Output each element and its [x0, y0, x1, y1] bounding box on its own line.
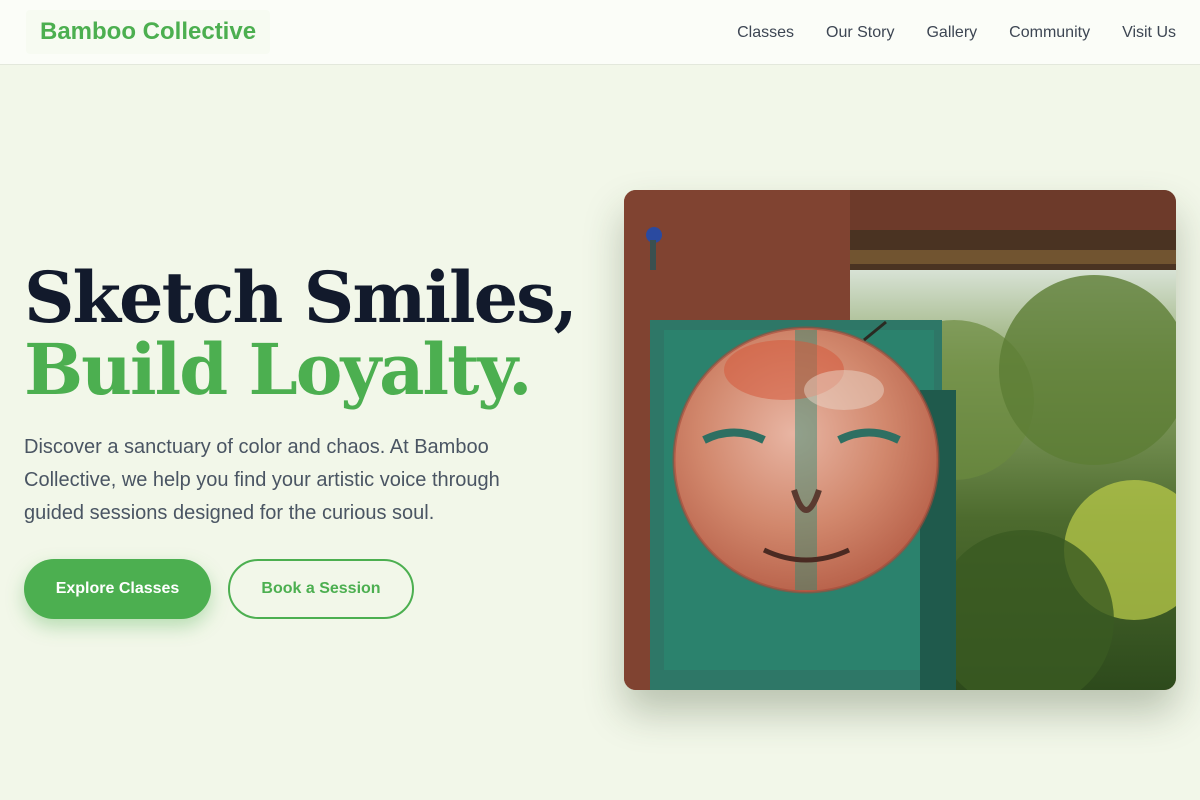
- painted-face-artwork-photo: [624, 190, 1176, 690]
- hero-description: Discover a sanctuary of color and chaos.…: [24, 436, 500, 524]
- hero-copy: Sketch Smiles, Build Loyalty. Discover a…: [24, 262, 584, 530]
- nav-link-community[interactable]: Community: [1009, 24, 1090, 42]
- nav-link-visit-us[interactable]: Visit Us: [1122, 24, 1176, 42]
- book-session-button[interactable]: Book a Session: [228, 559, 414, 619]
- nav-link-classes[interactable]: Classes: [737, 24, 794, 42]
- hero-actions: Explore Classes Book a Session: [24, 559, 414, 619]
- nav-link-gallery[interactable]: Gallery: [926, 24, 977, 42]
- hero-artwork-image: [624, 190, 1176, 690]
- brand-logo[interactable]: Bamboo Collective: [26, 10, 271, 54]
- headline-line-1: Sketch Smiles,: [24, 256, 578, 339]
- nav-link-our-story[interactable]: Our Story: [826, 24, 894, 42]
- explore-classes-button[interactable]: Explore Classes: [24, 559, 211, 619]
- headline-line-2: Build Loyalty.: [24, 328, 532, 411]
- main-nav: Classes Our Story Gallery Community Visi…: [737, 0, 1176, 65]
- hero-headline: Sketch Smiles, Build Loyalty.: [24, 262, 584, 406]
- site-header: Bamboo Collective Classes Our Story Gall…: [0, 0, 1200, 65]
